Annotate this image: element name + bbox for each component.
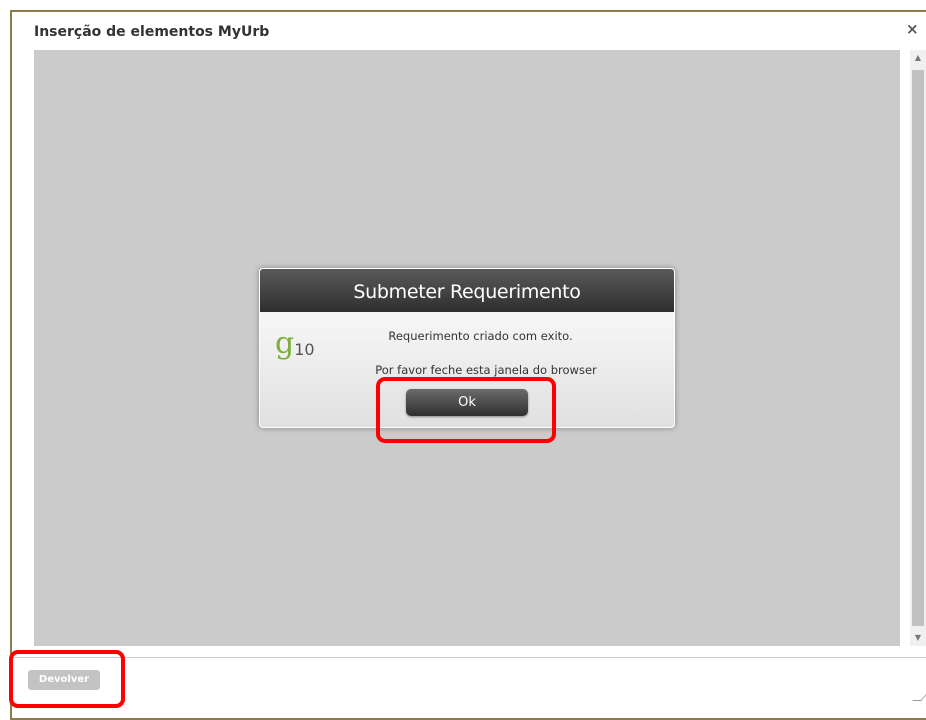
dialog-message-success: Requerimento criado com exito. [388,329,573,343]
scroll-up-arrow-icon[interactable]: ▲ [910,50,926,66]
dialog-title: Submeter Requerimento [260,269,674,312]
window-title: Inserção de elementos MyUrb [34,24,270,40]
scroll-down-arrow-icon[interactable]: ▼ [910,630,926,646]
close-icon[interactable]: × [906,22,919,37]
dialog-message-instruction: Por favor feche esta janela do browser [375,363,597,377]
ok-button-highlight [376,377,556,443]
footer-divider [12,657,926,658]
devolver-button-highlight [9,650,125,708]
scroll-thumb[interactable] [912,70,924,626]
vertical-scrollbar[interactable]: ▲ ▼ [910,50,926,646]
